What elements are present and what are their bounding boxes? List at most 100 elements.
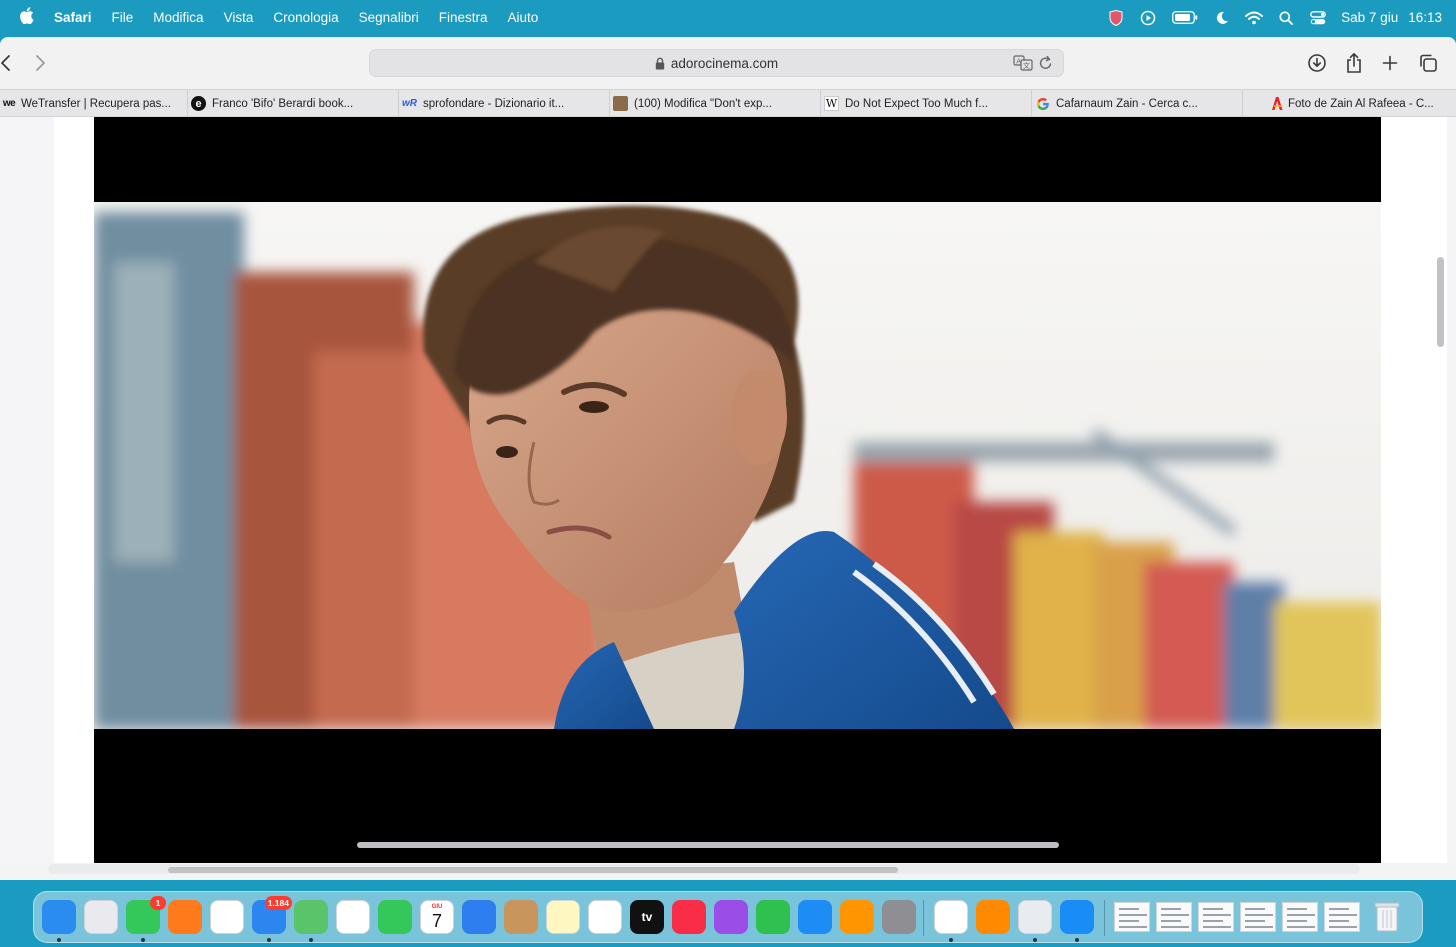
tab-title: sprofondare - Dizionario it... (423, 97, 565, 110)
minimized-window-thumbnail[interactable] (1114, 902, 1150, 932)
vertical-scrollbar[interactable] (1437, 257, 1444, 347)
minimized-window-thumbnail[interactable] (1240, 902, 1276, 932)
adorocinema-icon (1269, 96, 1284, 111)
address-url: adorocinema.com (670, 55, 779, 71)
translate-icon[interactable]: A文 (1013, 55, 1033, 74)
apple-tv-icon[interactable]: tv (630, 900, 664, 934)
pages-icon[interactable] (840, 900, 874, 934)
thumbnail-line (1287, 908, 1307, 910)
minimized-window-thumbnail[interactable] (1324, 902, 1360, 932)
tab-bar: we WeTransfer | Recupera pas... e Franco… (0, 89, 1456, 117)
status-area: Sab 7 giu 16:13 (1107, 0, 1442, 35)
battery-icon[interactable] (1171, 9, 1199, 27)
tab-title: Foto de Zain Al Rafeea - C... (1288, 97, 1434, 110)
system-settings-icon[interactable] (882, 900, 916, 934)
menu-file[interactable]: File (102, 10, 144, 25)
books-icon[interactable] (976, 900, 1010, 934)
safari-window: adorocinema.com A文 we WeTransfer | Recup… (0, 37, 1456, 880)
facetime-icon[interactable] (378, 900, 412, 934)
messages-icon[interactable]: 1 (126, 896, 166, 934)
freeform-icon[interactable] (588, 900, 622, 934)
dock-separator (1104, 900, 1105, 936)
calendar-icon[interactable]: GIU 7 (420, 900, 454, 934)
minimized-window-thumbnail[interactable] (1198, 902, 1234, 932)
apple-tv-label: tv (641, 910, 653, 924)
tab-franco-bifo[interactable]: e Franco 'Bifo' Berardi book... (188, 90, 399, 117)
tab-adorocinema[interactable]: Foto de Zain Al Rafeea - C... (1243, 90, 1456, 117)
running-indicator (949, 938, 953, 942)
apple-menu-icon[interactable] (0, 6, 52, 29)
address-bar[interactable]: adorocinema.com A文 (369, 49, 1064, 77)
menu-app-name[interactable]: Safari (52, 10, 102, 25)
minimized-window-thumbnail[interactable] (1156, 902, 1192, 932)
running-indicator (57, 938, 61, 942)
calendar-month: GIU (431, 903, 443, 910)
menu-vista[interactable]: Vista (214, 10, 264, 25)
notes-icon[interactable] (546, 900, 580, 934)
thumbnail-line (1161, 926, 1189, 928)
reminders-icon[interactable] (210, 900, 244, 934)
color-picker-icon[interactable] (934, 900, 968, 934)
menu-cronologia[interactable]: Cronologia (263, 10, 348, 25)
downloads-button[interactable] (1305, 51, 1329, 75)
menu-aiuto[interactable]: Aiuto (497, 10, 548, 25)
photos-icon[interactable] (336, 900, 370, 934)
safari-toolbar: adorocinema.com A文 (0, 37, 1456, 89)
horizontal-scrollbar-thumb[interactable] (168, 867, 898, 873)
forward-button[interactable] (28, 51, 52, 75)
menu-bar: Safari File Modifica Vista Cronologia Se… (0, 0, 1456, 35)
numbers-icon[interactable] (756, 900, 790, 934)
thumbnail-line (1329, 920, 1349, 922)
menu-segnalibri[interactable]: Segnalibri (349, 10, 429, 25)
thumbnail-line (1329, 926, 1357, 928)
back-button[interactable] (0, 51, 18, 75)
preview-icon[interactable] (1018, 900, 1052, 934)
thumbnail-line (1161, 920, 1181, 922)
minimized-window-thumbnail[interactable] (1282, 902, 1318, 932)
thumbnail-line (1329, 908, 1349, 910)
menu-finestra[interactable]: Finestra (429, 10, 498, 25)
tab-wetransfer[interactable]: we WeTransfer | Recupera pas... (0, 90, 188, 117)
notification-badge: 1 (150, 896, 166, 910)
tab-title: WeTransfer | Recupera pas... (21, 97, 171, 110)
tab-overview-button[interactable] (1416, 51, 1440, 75)
wifi-icon[interactable] (1245, 9, 1264, 27)
search-icon[interactable] (1277, 9, 1295, 27)
trash-icon[interactable] (1370, 900, 1404, 934)
keynote-icon[interactable] (462, 900, 496, 934)
running-indicator (309, 938, 313, 942)
video-player[interactable] (94, 117, 1381, 863)
tab-wikipedia[interactable]: W Do Not Expect Too Much f... (821, 90, 1032, 117)
thumbnail-line (1245, 908, 1265, 910)
maps-icon[interactable] (294, 900, 328, 934)
moon-icon[interactable] (1213, 9, 1231, 27)
share-button[interactable] (1342, 51, 1366, 75)
app-store-icon[interactable] (798, 900, 832, 934)
clock[interactable]: Sab 7 giu 16:13 (1341, 10, 1442, 25)
thumbnail-line (1245, 914, 1273, 916)
tab-google[interactable]: Cafarnaum Zain - Cerca c... (1032, 90, 1243, 117)
launchpad-icon[interactable] (84, 900, 118, 934)
music-icon[interactable] (672, 900, 706, 934)
control-center-icon[interactable] (1309, 9, 1327, 27)
safari-icon[interactable] (1060, 900, 1094, 934)
firefox-icon[interactable] (168, 900, 202, 934)
tab-title: Franco 'Bifo' Berardi book... (212, 97, 354, 110)
finder-icon[interactable] (42, 900, 76, 934)
mail-icon[interactable]: 1.184 (252, 896, 292, 934)
tab-modifica[interactable]: (100) Modifica "Don't exp... (610, 90, 821, 117)
tab-wordreference[interactable]: wR sprofondare - Dizionario it... (399, 90, 610, 117)
thumbnail-line (1203, 920, 1223, 922)
lock-icon (655, 57, 665, 70)
shield-icon[interactable] (1107, 9, 1125, 27)
menu-modifica[interactable]: Modifica (143, 10, 213, 25)
reload-icon[interactable] (1039, 55, 1053, 74)
play-circle-icon[interactable] (1139, 9, 1157, 27)
podcasts-icon[interactable] (714, 900, 748, 934)
thumbnail-line (1245, 920, 1265, 922)
wikipedia-icon: W (824, 96, 839, 111)
thumbnail-line (1287, 926, 1315, 928)
contacts-icon[interactable] (504, 900, 538, 934)
web-content (0, 117, 1456, 863)
new-tab-button[interactable] (1378, 51, 1402, 75)
